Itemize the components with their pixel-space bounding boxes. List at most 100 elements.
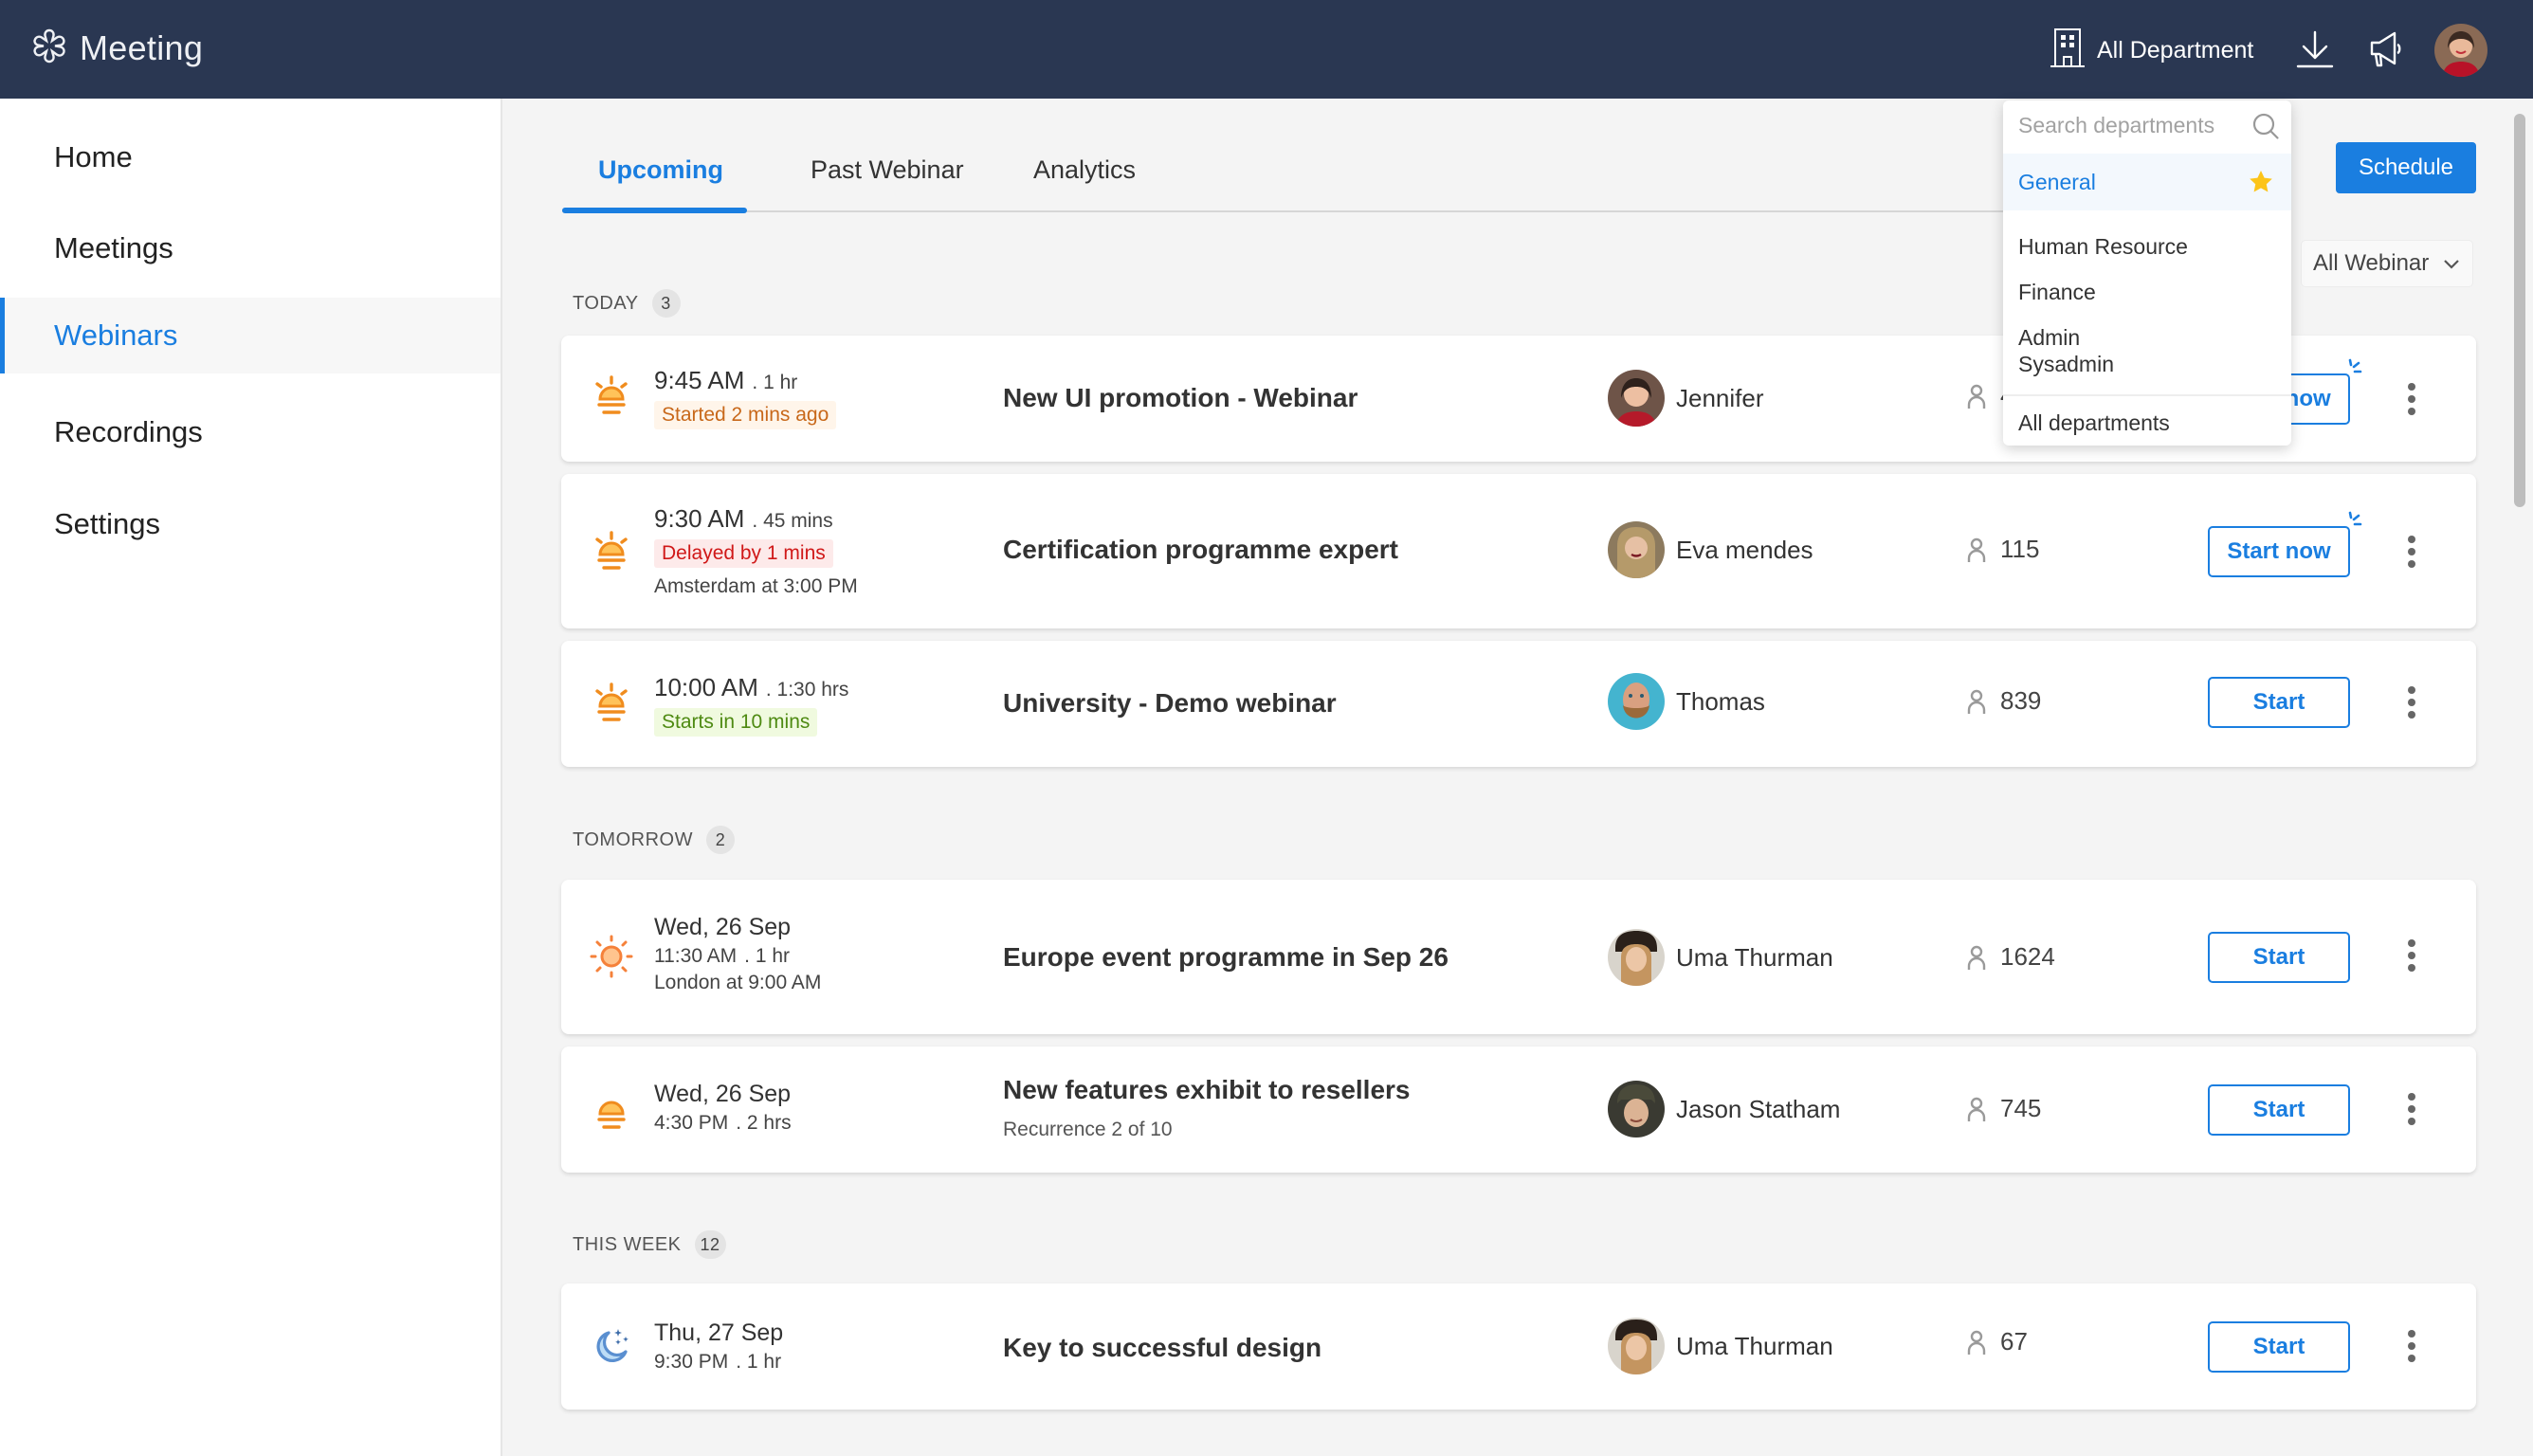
webinar-card[interactable]: 10:00 AM . 1:30 hrs Starts in 10 mins Un… (561, 641, 2476, 767)
webinar-date: Thu, 27 Sep (654, 1320, 784, 1346)
department-dropdown-menu: General Human Resource Finance Admin Sys… (2003, 100, 2291, 446)
tab-analytics[interactable]: Analytics (1033, 155, 1136, 210)
webinar-time: 9:30 AM (654, 504, 745, 533)
host-name: Uma Thurman (1676, 942, 1833, 972)
tab-upcoming[interactable]: Upcoming (598, 155, 723, 210)
start-button[interactable]: Start (2208, 932, 2350, 983)
host-avatar (1608, 1318, 1665, 1374)
attendee-number: 745 (2000, 1094, 2042, 1122)
host-avatar (1608, 521, 1665, 578)
section-title: THIS WEEK (573, 1233, 682, 1255)
webinar-host[interactable]: Uma Thurman (1608, 1318, 1833, 1374)
tab-label: Analytics (1033, 155, 1137, 184)
start-button[interactable]: Start (2208, 1084, 2350, 1136)
webinar-schedule: 9:45 AM . 1 hr Started 2 mins ago (654, 366, 837, 429)
schedule-button[interactable]: Schedule (2336, 142, 2476, 193)
attendee-count: 115 (1966, 535, 2039, 564)
start-button[interactable]: Start (2208, 1321, 2350, 1373)
webinar-schedule: 9:30 AM . 45 mins Delayed by 1 mins Amst… (654, 504, 858, 598)
department-option-all[interactable]: All departments (2003, 400, 2291, 446)
sidebar-item-home[interactable]: Home (0, 119, 501, 195)
count-badge: 3 (651, 289, 681, 318)
host-avatar (1608, 929, 1665, 986)
webinar-host[interactable]: Thomas (1608, 673, 1765, 730)
more-options-icon[interactable] (2400, 937, 2423, 974)
webinar-host[interactable]: Jason Statham (1608, 1081, 1840, 1138)
attendee-icon (1967, 537, 1986, 562)
department-selector[interactable]: All Department (2050, 27, 2253, 75)
webinar-duration: . 1:30 hrs (765, 679, 849, 701)
tab-past-webinar[interactable]: Past Webinar (811, 155, 964, 210)
start-button[interactable]: Start (2208, 677, 2350, 728)
webinar-host[interactable]: Eva mendes (1608, 521, 1813, 578)
department-option-sysadmin[interactable]: Sysadmin (2003, 341, 2291, 387)
building-icon (2050, 27, 2086, 75)
filter-value: All Webinar (2313, 250, 2430, 276)
webinar-title[interactable]: Key to successful design (1003, 1333, 1321, 1363)
status-badge: Delayed by 1 mins (654, 539, 833, 568)
sidebar-item-settings[interactable]: Settings (0, 486, 501, 562)
webinar-title[interactable]: New UI promotion - Webinar (1003, 383, 1358, 413)
more-options-icon[interactable] (2400, 533, 2423, 571)
live-sparkle-icon (2348, 511, 2362, 526)
webinar-schedule: Thu, 27 Sep 9:30 PM . 1 hr (654, 1320, 783, 1374)
webinar-card[interactable]: Wed, 26 Sep 4:30 PM . 2 hrs New features… (561, 1046, 2476, 1173)
sidebar-item-meetings[interactable]: Meetings (0, 210, 501, 286)
more-options-icon[interactable] (2400, 1327, 2423, 1365)
tab-label: Past Webinar (811, 155, 964, 184)
user-avatar[interactable] (2434, 24, 2487, 77)
sidebar-item-recordings[interactable]: Recordings (0, 394, 501, 470)
webinar-title[interactable]: University - Demo webinar (1003, 688, 1337, 719)
department-option-label: All departments (2018, 410, 2170, 435)
attendee-icon (1967, 1097, 1986, 1121)
scrollbar-thumb[interactable] (2514, 114, 2525, 507)
webinar-card[interactable]: Thu, 27 Sep 9:30 PM . 1 hr Key to succes… (561, 1283, 2476, 1410)
department-search-input[interactable] (2018, 112, 2236, 138)
status-badge: Started 2 mins ago (654, 401, 837, 429)
sidebar-item-label: Recordings (54, 415, 203, 448)
more-options-icon[interactable] (2400, 683, 2423, 721)
app-logo[interactable]: Meeting (28, 25, 203, 71)
download-icon[interactable] (2292, 27, 2338, 72)
sidebar-item-webinars[interactable]: Webinars (0, 298, 501, 373)
section-tomorrow: TOMORROW 2 (573, 826, 735, 854)
webinar-host[interactable]: Jennifer (1608, 370, 1764, 427)
department-option-human-resource[interactable]: Human Resource (2003, 224, 2291, 269)
webinar-title[interactable]: Certification programme expert (1003, 535, 1398, 565)
host-avatar (1608, 370, 1665, 427)
more-options-icon[interactable] (2400, 1090, 2423, 1128)
chevron-down-icon (2442, 250, 2461, 277)
webinar-title[interactable]: New features exhibit to resellers (1003, 1075, 1411, 1105)
sunrise-icon (590, 529, 633, 573)
department-option-general[interactable]: General (2003, 154, 2291, 210)
department-option-finance[interactable]: Finance (2003, 269, 2291, 315)
sunrise-icon (590, 681, 633, 724)
top-navigation-bar: Meeting All Department (0, 0, 2533, 99)
webinar-duration: . 2 hrs (736, 1112, 792, 1134)
sun-icon (590, 935, 633, 978)
webinar-card[interactable]: 9:30 AM . 45 mins Delayed by 1 mins Amst… (561, 474, 2476, 628)
attendee-icon (1967, 945, 1986, 970)
more-options-icon[interactable] (2400, 380, 2423, 418)
attendee-count: 67 (1966, 1327, 2028, 1356)
webinar-card[interactable]: Wed, 26 Sep 11:30 AM . 1 hr London at 9:… (561, 880, 2476, 1034)
local-time: Amsterdam at 3:00 PM (654, 575, 858, 597)
webinar-schedule: Wed, 26 Sep 4:30 PM . 2 hrs (654, 1081, 792, 1135)
attendee-icon (1967, 1330, 1986, 1355)
megaphone-icon[interactable] (2366, 27, 2412, 72)
webinar-filter-dropdown[interactable]: All Webinar (2301, 240, 2473, 287)
webinar-host[interactable]: Uma Thurman (1608, 929, 1833, 986)
start-now-button[interactable]: Start now (2208, 511, 2362, 577)
star-icon[interactable] (2248, 169, 2274, 195)
count-badge: 12 (694, 1230, 726, 1259)
webinar-duration: . 45 mins (752, 510, 833, 532)
sidebar: Home Meetings Webinars Recordings Settin… (0, 99, 502, 1456)
tab-label: Upcoming (598, 155, 723, 184)
webinar-time: 11:30 AM (654, 945, 738, 967)
host-name: Uma Thurman (1676, 1331, 1833, 1360)
attendee-count: 839 (1966, 686, 2041, 716)
button-label: Start now (2227, 538, 2331, 564)
logo-icon (28, 25, 70, 71)
search-icon[interactable] (2251, 112, 2280, 140)
webinar-title[interactable]: Europe event programme in Sep 26 (1003, 942, 1449, 973)
